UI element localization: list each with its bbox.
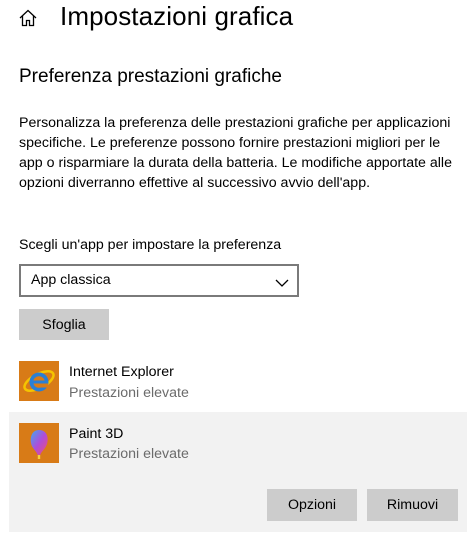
section-title: Preferenza prestazioni grafiche: [19, 66, 282, 87]
app-type-dropdown[interactable]: App classica: [19, 264, 299, 297]
app-name: Internet Explorer: [69, 364, 174, 380]
app-list-item-internet-explorer[interactable]: Internet Explorer Prestazioni elevate: [9, 354, 467, 408]
app-preference: Prestazioni elevate: [69, 385, 189, 401]
app-preference: Prestazioni elevate: [69, 446, 189, 462]
remove-button[interactable]: Rimuovi: [367, 489, 458, 521]
header: Impostazioni grafica: [0, 0, 472, 36]
internet-explorer-icon: [19, 361, 59, 401]
section-description: Personalizza la preferenza delle prestaz…: [19, 115, 452, 191]
chevron-down-icon: [275, 275, 289, 287]
app-name: Paint 3D: [69, 426, 124, 442]
page-title: Impostazioni grafica: [60, 1, 294, 31]
app-type-selected-value: App classica: [31, 272, 111, 288]
options-button[interactable]: Opzioni: [267, 489, 357, 521]
app-list-item-paint-3d[interactable]: Paint 3D Prestazioni elevate Opzioni Rim…: [9, 412, 467, 532]
browse-button[interactable]: Sfoglia: [19, 309, 109, 340]
app-type-label: Scegli un'app per impostare la preferenz…: [19, 237, 282, 253]
paint-3d-icon: [19, 423, 59, 463]
home-icon[interactable]: [18, 8, 38, 28]
